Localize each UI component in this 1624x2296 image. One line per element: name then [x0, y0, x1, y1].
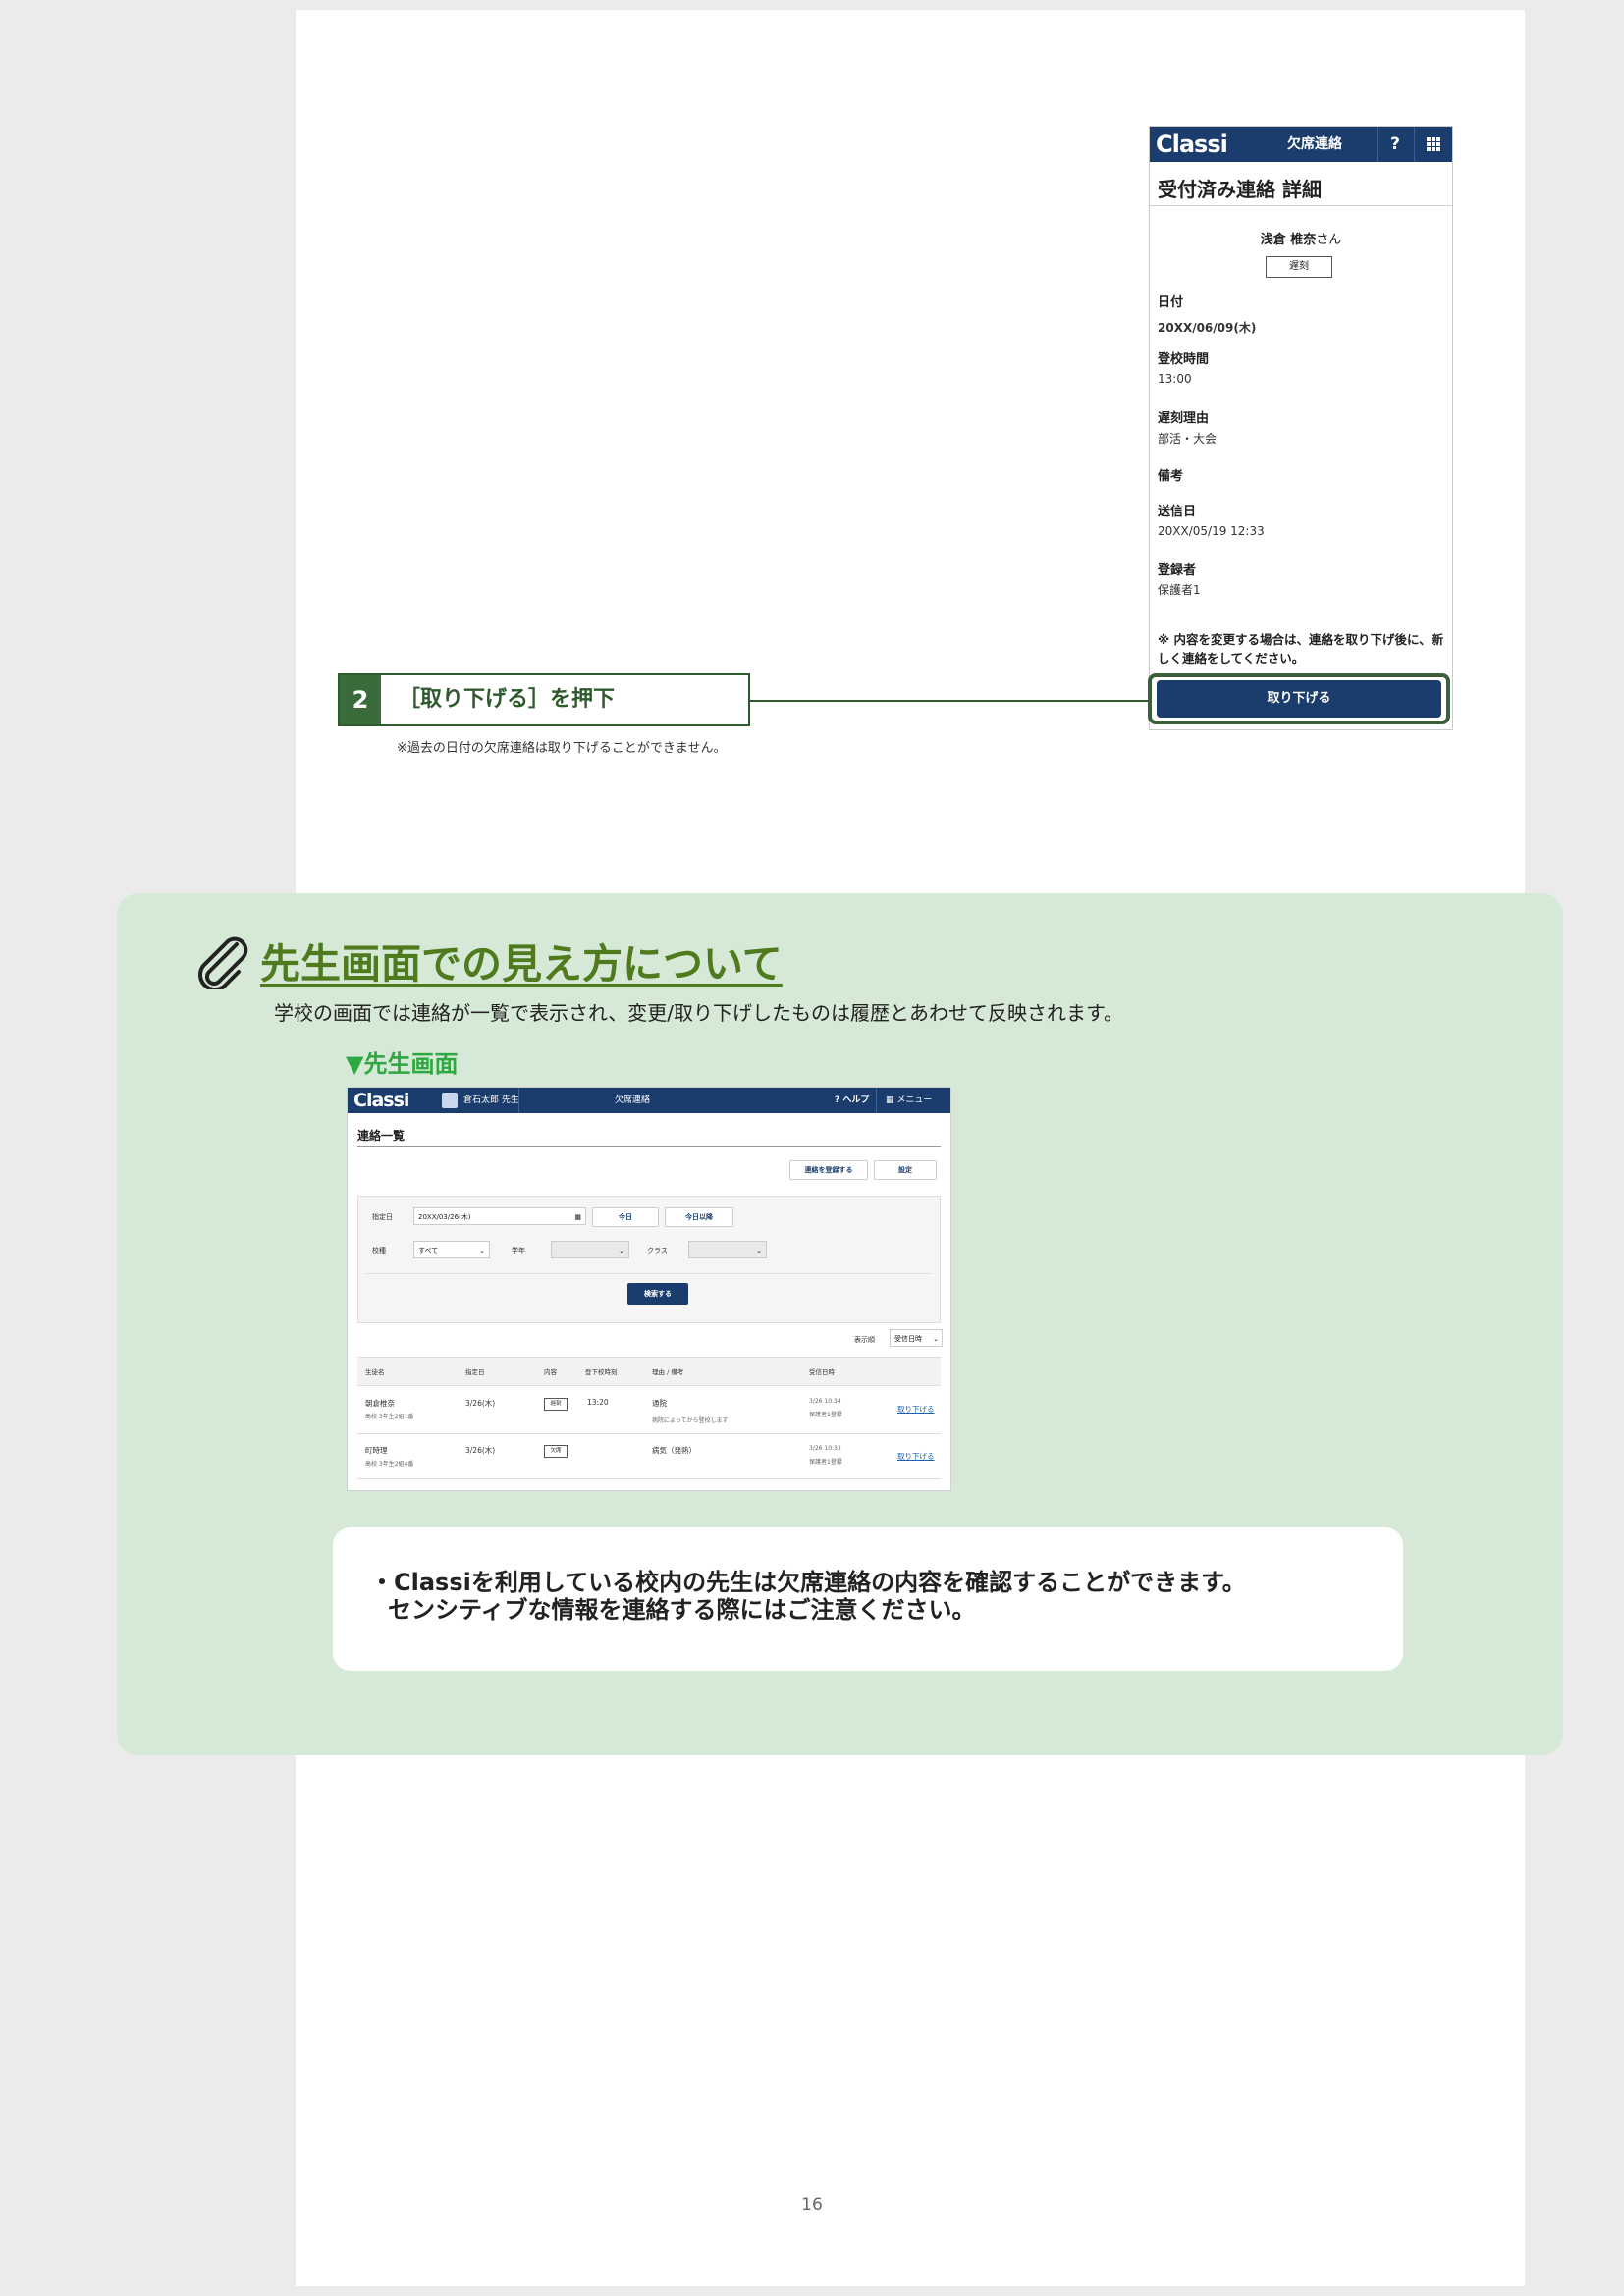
classi-logo: Classi: [1156, 131, 1228, 158]
table-row-date: 3/26(木): [465, 1446, 496, 1455]
after-today-button[interactable]: 今日以降: [665, 1207, 733, 1227]
field-value-sent: 20XX/05/19 12:33: [1158, 524, 1265, 538]
field-label-reason: 遅刻理由: [1158, 411, 1210, 426]
chevron-down-icon: ⌄: [933, 1335, 939, 1343]
header-divider: [876, 1088, 877, 1113]
field-label-registrant: 登録者: [1158, 563, 1197, 578]
help-icon[interactable]: ?: [1377, 127, 1413, 162]
field-value-date: 20XX/06/09(木): [1158, 321, 1257, 335]
help-link[interactable]: ? ヘルプ: [835, 1088, 869, 1113]
withdraw-link[interactable]: 取り下げる: [897, 1404, 935, 1415]
grade-label: 学年: [512, 1247, 525, 1255]
section-description: 学校の画面では連絡が一覧で表示され、変更/取り下げしたものは履歴とあわせて反映さ…: [274, 1001, 1123, 1025]
col-header: 受信日時: [809, 1368, 835, 1376]
field-label-date: 日付: [1158, 295, 1184, 310]
paperclip-icon: [198, 936, 248, 989]
table-row-received: 3/26 10:34: [809, 1398, 841, 1405]
divider: [366, 1273, 932, 1274]
teacher-view-section: 先生画面での見え方について 学校の画面では連絡が一覧で表示され、変更/取り下げし…: [117, 893, 1563, 1755]
col-header: 登下校時刻: [585, 1368, 618, 1376]
date-label: 指定日: [372, 1213, 393, 1221]
teacher-screen: Classi 倉石太郎 先生 欠席連絡 ? ヘルプ ▦ メニュー 連絡一覧 連絡…: [347, 1087, 951, 1491]
step-text: ［取り下げる］を押下: [399, 687, 616, 712]
withdraw-link[interactable]: 取り下げる: [897, 1451, 935, 1462]
table-row-name: 町時理: [365, 1446, 388, 1455]
table-row-reason: 病気（発熱）: [652, 1446, 696, 1455]
student-name: 浅倉 椎奈さん: [1260, 233, 1342, 247]
teacher-header-bar: Classi 倉石太郎 先生 欠席連絡 ? ヘルプ ▦ メニュー: [348, 1088, 950, 1113]
field-label-arrival: 登校時間: [1158, 352, 1210, 367]
school-type-select[interactable]: すべて ⌄: [413, 1241, 490, 1258]
table-row-class: 高校 3年生2組4番: [365, 1461, 414, 1468]
status-badge: 遅刻: [544, 1398, 568, 1411]
list-title: 連絡一覧: [357, 1129, 406, 1143]
grade-select[interactable]: ⌄: [551, 1241, 629, 1258]
class-select[interactable]: ⌄: [688, 1241, 767, 1258]
field-value-registrant: 保護者1: [1158, 583, 1201, 597]
phone-header-bar: Classi 欠席連絡 ?: [1150, 127, 1452, 162]
search-button[interactable]: 検索する: [627, 1283, 688, 1305]
filter-panel: 指定日 20XX/03/26(木) ▦ 今日 今日以降 校種 すべて ⌄ 学年 ⌄ …: [357, 1196, 941, 1323]
register-button[interactable]: 連絡を登録する: [789, 1160, 868, 1180]
table-row-reason: 通院: [652, 1399, 667, 1408]
table-row-class: 高校 3年生2組1番: [365, 1414, 414, 1420]
change-note: ※ 内容を変更する場合は、連絡を取り下げ後に、新しく連絡をしてください。: [1158, 632, 1444, 666]
grid-menu-icon[interactable]: [1414, 127, 1452, 162]
privacy-note-box: ・Classiを利用している校内の先生は欠席連絡の内容を確認することができます。…: [333, 1527, 1403, 1671]
app-title: 欠席連絡: [615, 1095, 651, 1105]
phone-screen: Classi 欠席連絡 ? 受付済み連絡 詳細 浅倉 椎奈さん 遅刻 日付 20…: [1148, 126, 1453, 730]
col-header: 内容: [544, 1368, 557, 1376]
avatar: [442, 1093, 458, 1108]
step-callout: 2 ［取り下げる］を押下: [338, 673, 750, 726]
field-value-arrival: 13:00: [1158, 372, 1192, 386]
chevron-down-icon: ⌄: [479, 1247, 485, 1255]
table-row-registrant: 保護者1登録: [809, 1412, 842, 1418]
row-divider: [357, 1478, 941, 1479]
col-header: 指定日: [465, 1368, 485, 1376]
withdraw-button[interactable]: 取り下げる: [1157, 680, 1441, 718]
school-type-label: 校種: [372, 1247, 386, 1255]
sort-select[interactable]: 受信日時 ⌄: [890, 1329, 943, 1347]
field-label-sent: 送信日: [1158, 505, 1197, 519]
col-header: 理由 / 備考: [652, 1368, 684, 1376]
teacher-name: 倉石太郎 先生: [463, 1095, 519, 1105]
class-label: クラス: [647, 1247, 668, 1255]
table-row-time: 13:20: [587, 1398, 609, 1407]
table-header: [357, 1357, 941, 1386]
status-badge: 遅刻: [1266, 256, 1332, 278]
row-divider: [357, 1433, 941, 1434]
calendar-icon: ▦: [574, 1213, 581, 1221]
table-row-received: 3/26 10:33: [809, 1445, 841, 1452]
field-value-reason: 部活・大会: [1158, 432, 1218, 446]
table-row-remark: 病院によってから登校します: [652, 1417, 729, 1424]
settings-button[interactable]: 設定: [874, 1160, 937, 1180]
privacy-note: ・Classiを利用している校内の先生は欠席連絡の内容を確認することができます。…: [370, 1569, 1246, 1624]
step-number: 2: [340, 675, 381, 724]
classi-logo: Classi: [353, 1090, 409, 1111]
divider: [1150, 205, 1452, 206]
date-input[interactable]: 20XX/03/26(木) ▦: [413, 1207, 586, 1225]
menu-button[interactable]: ▦ メニュー: [886, 1088, 932, 1113]
section-title: 先生画面での見え方について: [260, 940, 783, 988]
table-row-date: 3/26(木): [465, 1399, 496, 1408]
sort-label: 表示順: [854, 1336, 875, 1344]
field-label-remarks: 備考: [1158, 469, 1184, 484]
step-note: ※過去の日付の欠席連絡は取り下げることができません。: [397, 741, 727, 756]
page-number: 16: [801, 2195, 823, 2215]
table-row-registrant: 保護者1登録: [809, 1459, 842, 1466]
chevron-down-icon: ⌄: [619, 1247, 624, 1255]
table-row-name: 朝倉椎奈: [365, 1399, 395, 1408]
phone-app-title: 欠席連絡: [1287, 136, 1342, 152]
status-badge: 欠席: [544, 1445, 568, 1458]
col-header: 生徒名: [365, 1368, 385, 1376]
page-title: 受付済み連絡 詳細: [1158, 178, 1322, 201]
today-button[interactable]: 今日: [592, 1207, 659, 1227]
divider: [357, 1146, 941, 1147]
header-divider: [518, 1088, 519, 1113]
chevron-down-icon: ⌄: [756, 1247, 762, 1255]
section-subheading: ▼先生画面: [346, 1050, 459, 1078]
connector-line: [750, 700, 1149, 702]
